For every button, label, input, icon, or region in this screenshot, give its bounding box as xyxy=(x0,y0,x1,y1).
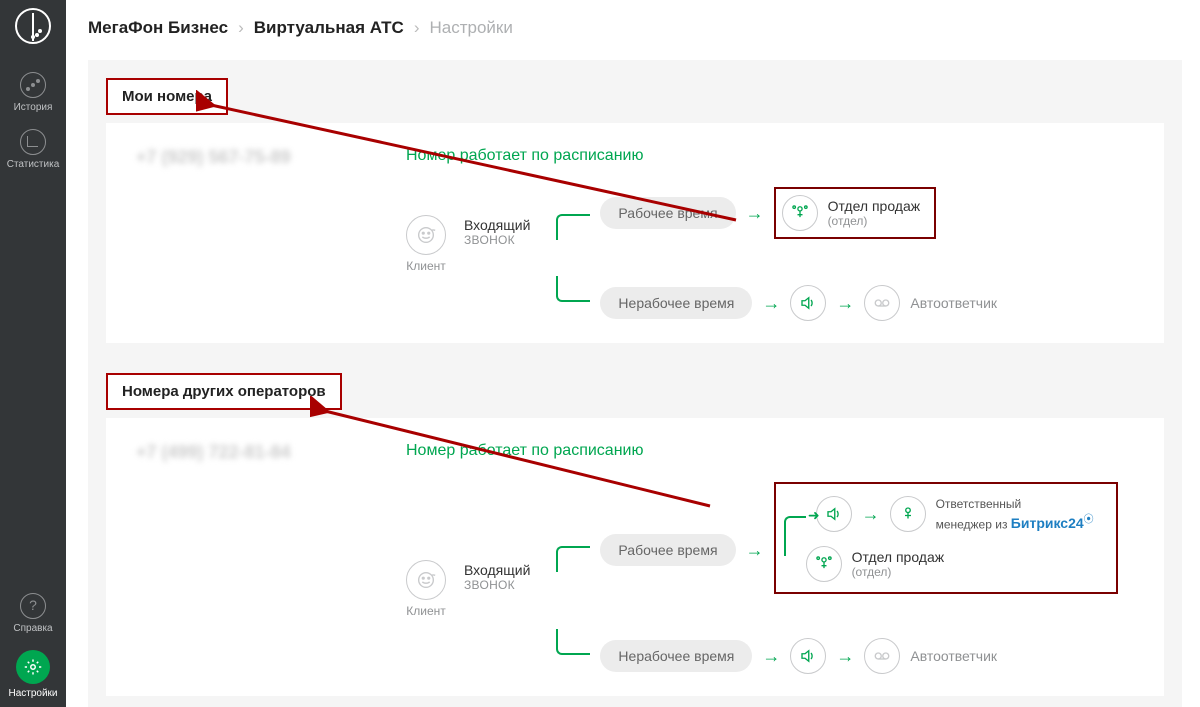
client-icon xyxy=(406,215,446,255)
crumb-root[interactable]: МегаФон Бизнес xyxy=(88,18,228,38)
content-area: Мои номера +7 (929) 567-75-89 Номер рабо… xyxy=(88,60,1182,707)
person-icon[interactable] xyxy=(890,496,926,532)
sidebar: История Статистика Справка Настройки xyxy=(0,0,66,707)
gear-icon xyxy=(16,650,50,684)
dept-sublabel: (отдел) xyxy=(828,214,921,228)
crumb-vats[interactable]: Виртуальная АТС xyxy=(254,18,404,38)
arrow-icon: → xyxy=(836,293,854,314)
phone-number-1[interactable]: +7 (929) 567-75-89 xyxy=(136,147,406,168)
sales-dept-label: Отдел продаж xyxy=(852,549,945,565)
client-icon xyxy=(406,560,446,600)
section-my-numbers: Мои номера xyxy=(106,78,228,115)
help-icon xyxy=(20,593,46,619)
sound-icon[interactable] xyxy=(790,285,826,321)
chevron-right-icon: › xyxy=(238,18,244,38)
history-icon xyxy=(20,72,46,98)
arrow-icon: → xyxy=(836,646,854,667)
sidebar-item-stats[interactable]: Статистика xyxy=(0,121,66,178)
resp-mgr-1: Ответственный xyxy=(936,497,1094,511)
megafon-logo-icon xyxy=(15,8,51,44)
sidebar-label-history: История xyxy=(14,102,53,113)
phone-number-2[interactable]: +7 (499) 722-81-84 xyxy=(136,442,406,463)
voicemail-label: Автоответчик xyxy=(910,295,997,311)
voicemail-icon[interactable] xyxy=(864,285,900,321)
sidebar-label-help: Справка xyxy=(13,623,52,634)
arrow-icon: → xyxy=(746,203,764,224)
connector-icon xyxy=(556,629,590,655)
section-other-operators: Номера других операторов xyxy=(106,373,342,410)
connector-icon xyxy=(556,546,590,572)
crumb-current: Настройки xyxy=(429,18,512,38)
dept-sublabel: (отдел) xyxy=(852,565,945,579)
number-panel-1: +7 (929) 567-75-89 Номер работает по рас… xyxy=(106,123,1164,343)
arrow-icon: → xyxy=(762,293,780,314)
connector-icon xyxy=(784,516,806,556)
bitrix24-label: Битрикс24⦿ xyxy=(1011,515,1094,531)
chevron-right-icon: › xyxy=(414,18,420,38)
sidebar-item-help[interactable]: Справка xyxy=(0,585,66,642)
voicemail-icon[interactable] xyxy=(864,638,900,674)
sound-icon[interactable] xyxy=(790,638,826,674)
sound-icon[interactable] xyxy=(816,496,852,532)
sidebar-label-stats: Статистика xyxy=(7,159,60,170)
voicemail-label: Автоответчик xyxy=(910,648,997,664)
group-icon[interactable] xyxy=(782,195,818,231)
incoming-label: Входящий xyxy=(464,217,530,233)
nonwork-hours-pill[interactable]: Нерабочее время xyxy=(600,640,752,672)
number-panel-2: +7 (499) 722-81-84 Номер работает по рас… xyxy=(106,418,1164,696)
resp-mgr-2: менеджер из xyxy=(936,517,1008,531)
work-hours-pill[interactable]: Рабочее время xyxy=(600,197,735,229)
group-icon[interactable] xyxy=(806,546,842,582)
client-label: Клиент xyxy=(406,259,446,273)
call-label: звонок xyxy=(464,233,530,247)
breadcrumb: МегаФон Бизнес › Виртуальная АТС › Настр… xyxy=(66,0,1200,56)
stats-icon xyxy=(20,129,46,155)
sales-dept-label: Отдел продаж xyxy=(828,198,921,214)
sidebar-label-settings: Настройки xyxy=(8,688,57,699)
arrow-icon: → xyxy=(746,540,764,561)
schedule-title-2: Номер работает по расписанию xyxy=(406,442,1164,460)
highlighted-routing-box: → Ответственный менеджер из Битрикс24 xyxy=(774,482,1118,594)
connector-icon xyxy=(556,214,590,240)
arrow-icon: → xyxy=(862,504,880,525)
client-label: Клиент xyxy=(406,604,446,618)
connector-icon xyxy=(556,276,590,302)
schedule-title-1: Номер работает по расписанию xyxy=(406,147,1164,165)
main: МегаФон Бизнес › Виртуальная АТС › Настр… xyxy=(66,0,1200,707)
work-hours-pill[interactable]: Рабочее время xyxy=(600,534,735,566)
incoming-label: Входящий xyxy=(464,562,530,578)
arrow-icon: → xyxy=(762,646,780,667)
sidebar-item-history[interactable]: История xyxy=(0,64,66,121)
nonwork-hours-pill[interactable]: Нерабочее время xyxy=(600,287,752,319)
call-label: звонок xyxy=(464,578,530,592)
sidebar-item-settings[interactable]: Настройки xyxy=(0,642,66,707)
